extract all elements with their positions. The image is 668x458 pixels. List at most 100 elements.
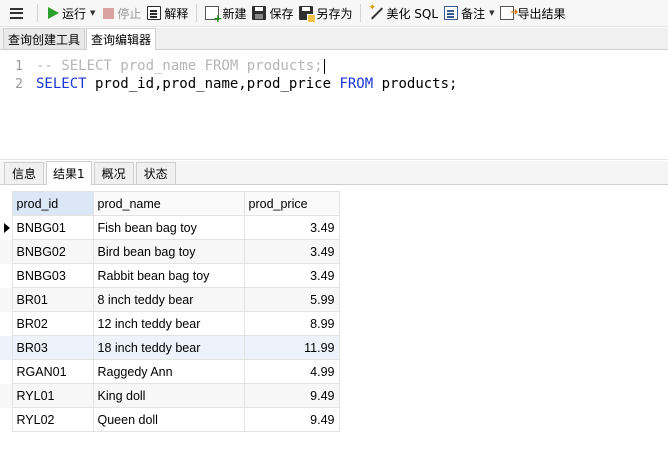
current-row-arrow-icon <box>4 222 10 233</box>
play-icon <box>48 7 59 19</box>
row-indicator <box>0 287 12 312</box>
sql-editor[interactable]: 1 -- SELECT prod_name FROM products; 2 SEL… <box>0 50 668 160</box>
table-row[interactable]: RYL02 Queen doll 9.49 <box>0 407 340 432</box>
save-as-icon <box>299 6 317 23</box>
cell-prod-name[interactable]: 8 inch teddy bear <box>92 287 245 312</box>
result-tab-bar: 信息 结果1 概况 状态 <box>0 161 668 185</box>
beautify-label: 美化 SQL <box>386 6 439 21</box>
run-button[interactable]: 运行 ▼ <box>43 2 98 24</box>
table-row[interactable]: BNBG02 Bird bean bag toy 3.49 <box>0 239 340 264</box>
row-indicator <box>0 239 12 264</box>
magic-wand-icon <box>368 3 383 20</box>
explain-label: 解释 <box>164 6 189 21</box>
note-button[interactable]: 备注 ▼ <box>441 2 497 24</box>
column-header-prod-name[interactable]: prod_name <box>92 191 245 216</box>
export-icon <box>500 6 518 20</box>
line-number: 2 <box>15 76 23 92</box>
cell-prod-id[interactable]: BR03 <box>11 335 94 360</box>
row-indicator <box>0 383 12 408</box>
table-row[interactable]: RGAN01 Raggedy Ann 4.99 <box>0 359 340 384</box>
save-icon <box>252 6 267 20</box>
save-label: 保存 <box>269 6 294 21</box>
explain-icon <box>147 6 162 20</box>
cell-prod-price[interactable]: 11.99 <box>243 335 340 360</box>
cell-prod-name[interactable]: Fish bean bag toy <box>92 215 245 240</box>
line-number: 1 <box>15 58 23 74</box>
beautify-sql-button[interactable]: 美化 SQL <box>366 2 441 24</box>
cell-prod-price[interactable]: 3.49 <box>243 263 340 288</box>
stop-button[interactable]: 停止 <box>98 2 144 24</box>
column-header-prod-price[interactable]: prod_price <box>243 191 340 216</box>
cell-prod-price[interactable]: 3.49 <box>243 215 340 240</box>
table-row[interactable]: BR03 18 inch teddy bear 11.99 <box>0 335 340 360</box>
cell-prod-price[interactable]: 5.99 <box>243 287 340 312</box>
code-line-2: 2 SELECT prod_id,prod_name,prod_price FRO… <box>0 75 457 93</box>
cell-prod-id[interactable]: BR01 <box>11 287 94 312</box>
toolbar-divider <box>360 4 362 22</box>
cell-prod-id[interactable]: RYL02 <box>11 407 94 432</box>
cell-prod-id[interactable]: BNBG02 <box>11 239 94 264</box>
table-header-row: prod_id prod_name prod_price <box>0 191 340 216</box>
toolbar-divider <box>196 4 198 22</box>
new-label: 新建 <box>222 6 247 21</box>
stop-label: 停止 <box>117 6 142 21</box>
sql-keyword-from: FROM <box>339 76 374 92</box>
cell-prod-name[interactable]: Rabbit bean bag toy <box>92 263 245 288</box>
row-indicator-header <box>0 191 12 216</box>
row-indicator <box>0 335 12 360</box>
table-row[interactable]: BR01 8 inch teddy bear 5.99 <box>0 287 340 312</box>
menu-button[interactable] <box>0 2 32 24</box>
new-button[interactable]: 新建 <box>202 2 249 24</box>
cell-prod-price[interactable]: 4.99 <box>243 359 340 384</box>
new-query-icon <box>205 6 222 24</box>
cell-prod-price[interactable]: 9.49 <box>243 383 340 408</box>
code-line-1: 1 -- SELECT prod_name FROM products; <box>0 57 325 75</box>
row-indicator <box>0 407 12 432</box>
cell-prod-name[interactable]: 18 inch teddy bear <box>92 335 245 360</box>
column-header-prod-id[interactable]: prod_id <box>11 191 94 216</box>
tab-info[interactable]: 信息 <box>4 162 44 184</box>
save-button[interactable]: 保存 <box>249 2 296 24</box>
cell-prod-price[interactable]: 3.49 <box>243 239 340 264</box>
export-results-button[interactable]: 导出结果 <box>497 2 568 24</box>
run-dropdown-arrow-icon[interactable]: ▼ <box>90 9 95 17</box>
table-row[interactable]: BR02 12 inch teddy bear 8.99 <box>0 311 340 336</box>
cell-prod-price[interactable]: 9.49 <box>243 407 340 432</box>
cell-prod-name[interactable]: King doll <box>92 383 245 408</box>
table-row[interactable]: BNBG01 Fish bean bag toy 3.49 <box>0 215 340 240</box>
stop-icon <box>103 7 115 19</box>
table-row[interactable]: BNBG03 Rabbit bean bag toy 3.49 <box>0 263 340 288</box>
tab-status[interactable]: 状态 <box>135 162 176 184</box>
sql-table: products; <box>373 76 458 92</box>
cell-prod-id[interactable]: BR02 <box>11 311 94 336</box>
cell-prod-name[interactable]: Raggedy Ann <box>92 359 245 384</box>
tab-result-1[interactable]: 结果1 <box>46 161 92 185</box>
cell-prod-id[interactable]: BNBG01 <box>11 215 94 240</box>
cell-prod-price[interactable]: 8.99 <box>243 311 340 336</box>
main-toolbar: 运行 ▼ 停止 解释 新建 保存 另存为 美化 SQL 备注 ▼ 导出结果 <box>0 0 668 27</box>
cell-prod-name[interactable]: Queen doll <box>92 407 245 432</box>
sql-comment: -- SELECT prod_name FROM products; <box>36 58 323 74</box>
note-icon <box>444 6 459 20</box>
save-as-button[interactable]: 另存为 <box>296 2 355 24</box>
toolbar-divider <box>37 4 38 22</box>
cell-prod-name[interactable]: 12 inch teddy bear <box>92 311 245 336</box>
editor-tab-bar: 查询创建工具 查询编辑器 <box>0 28 668 50</box>
tab-query-editor[interactable]: 查询编辑器 <box>86 28 157 50</box>
explain-button[interactable]: 解释 <box>144 2 191 24</box>
cell-prod-id[interactable]: RYL01 <box>11 383 94 408</box>
row-indicator <box>0 359 12 384</box>
result-table: prod_id prod_name prod_price BNBG01 Fish… <box>0 191 340 432</box>
tab-query-builder[interactable]: 查询创建工具 <box>3 28 86 49</box>
table-row[interactable]: RYL01 King doll 9.49 <box>0 383 340 408</box>
cell-prod-id[interactable]: BNBG03 <box>11 263 94 288</box>
note-dropdown-arrow-icon[interactable]: ▼ <box>489 9 494 17</box>
cell-prod-name[interactable]: Bird bean bag toy <box>92 239 245 264</box>
run-label: 运行 <box>62 6 87 21</box>
note-label: 备注 <box>461 6 486 21</box>
export-label: 导出结果 <box>517 6 566 21</box>
result-grid[interactable]: prod_id prod_name prod_price BNBG01 Fish… <box>0 191 340 432</box>
row-indicator <box>0 215 12 240</box>
tab-overview[interactable]: 概况 <box>93 162 134 184</box>
cell-prod-id[interactable]: RGAN01 <box>11 359 94 384</box>
